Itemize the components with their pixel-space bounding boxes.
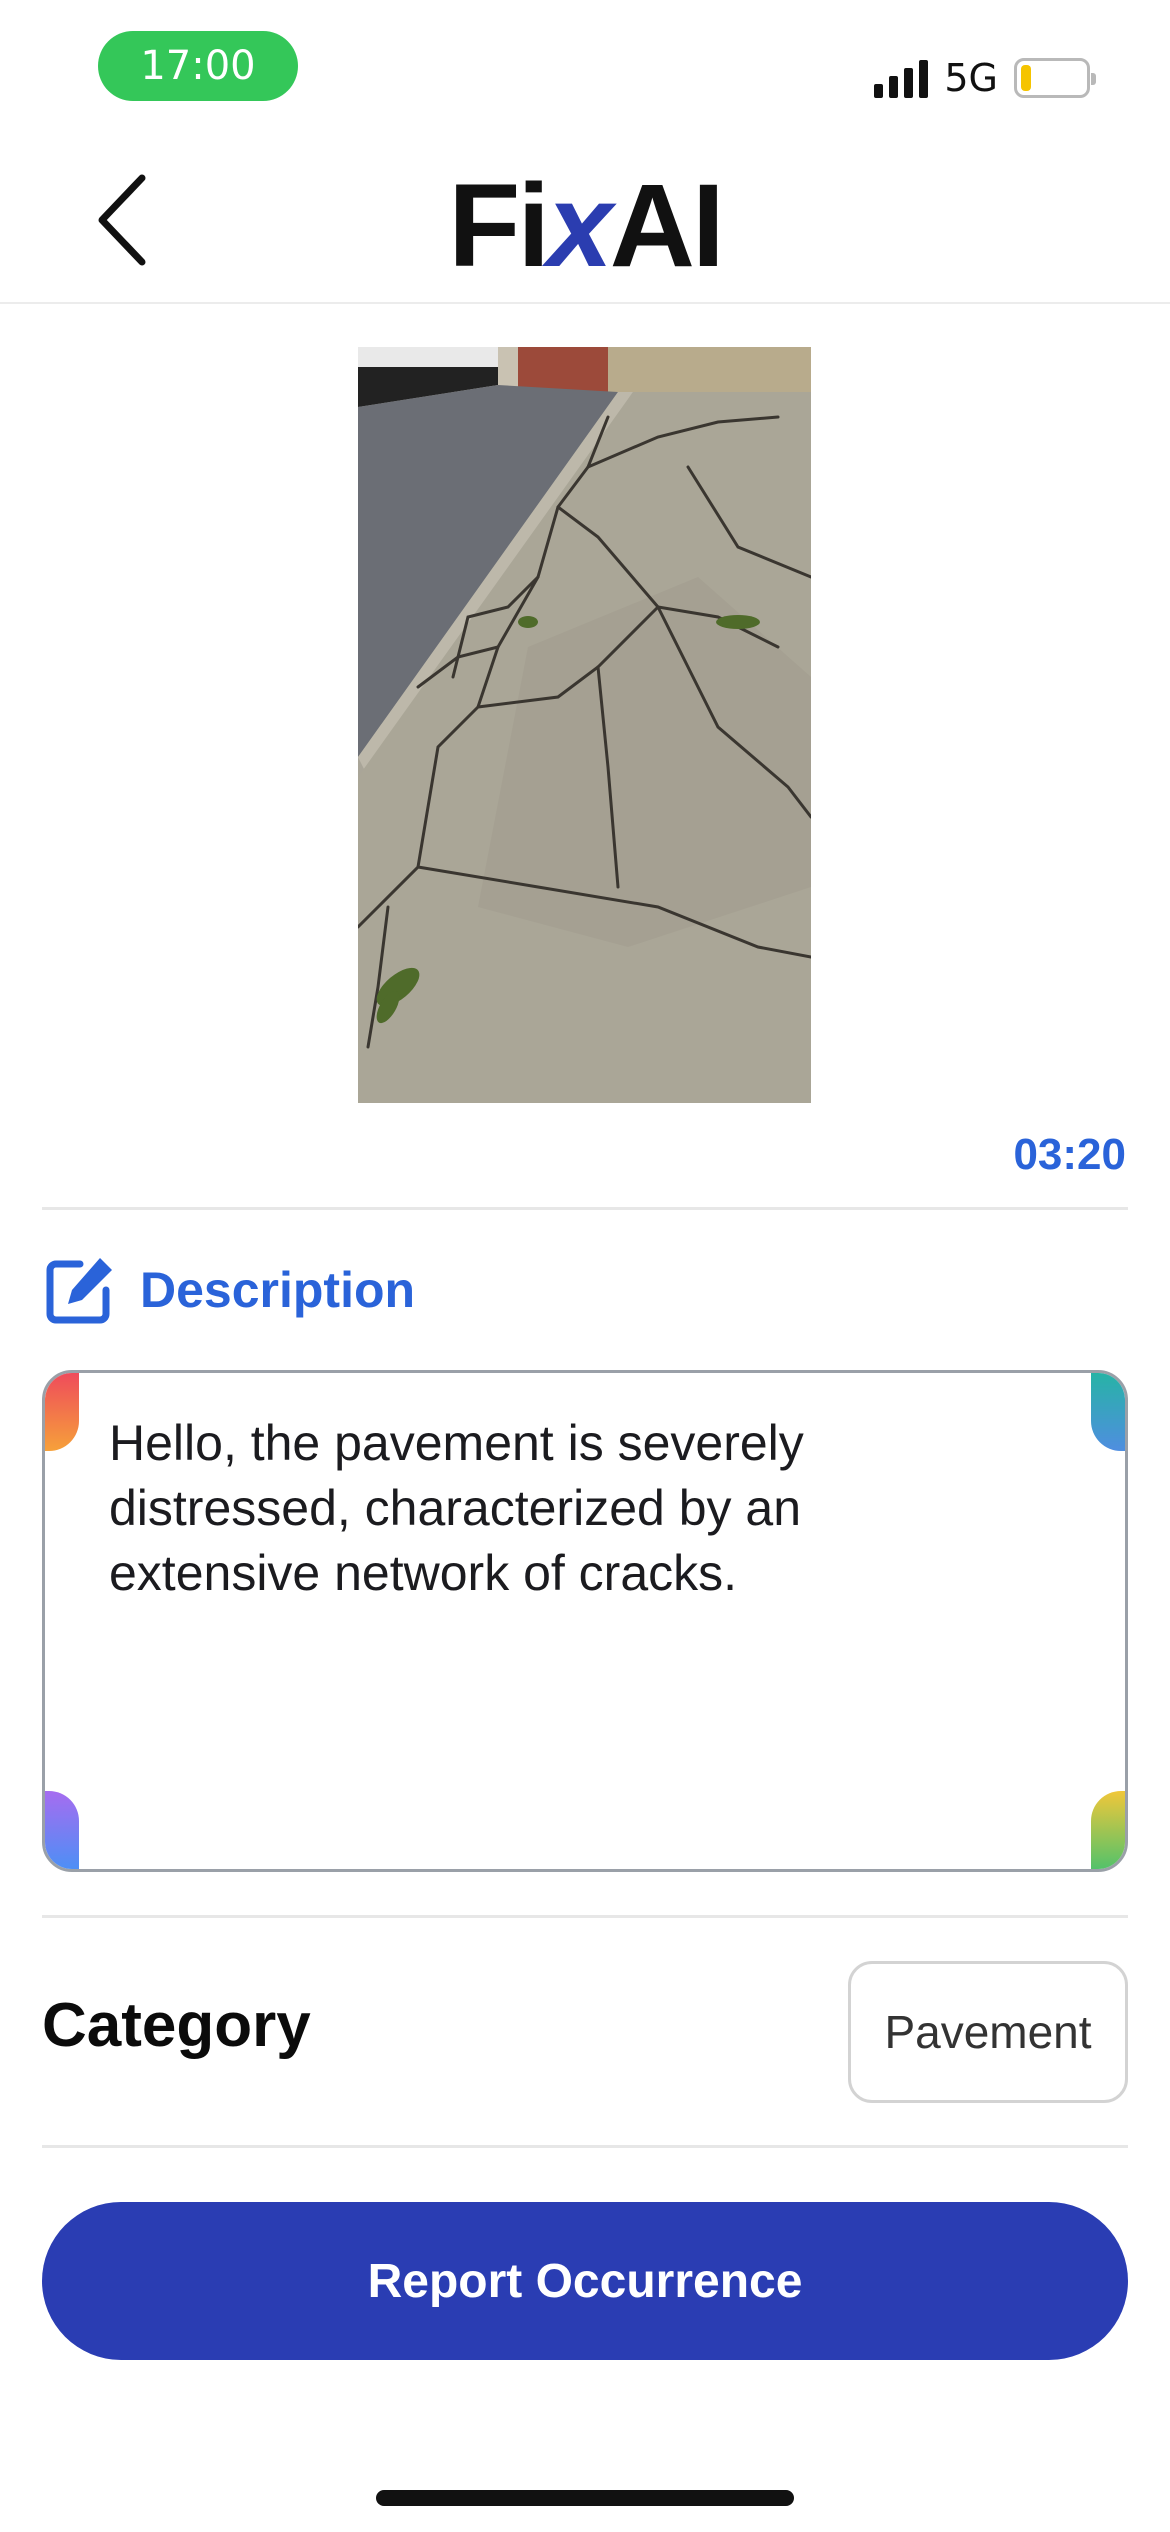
logo-text-1: Fi bbox=[448, 160, 550, 292]
divider bbox=[42, 1915, 1128, 1918]
home-indicator[interactable] bbox=[376, 2490, 794, 2506]
gradient-corner-decoration bbox=[45, 1373, 79, 1451]
description-label: Description bbox=[140, 1262, 416, 1318]
cracked-pavement-photo[interactable] bbox=[358, 347, 811, 1103]
status-indicators: 5G bbox=[874, 48, 1096, 108]
battery-icon bbox=[1014, 58, 1096, 98]
header-divider bbox=[0, 302, 1170, 304]
app-logo: FixAI bbox=[0, 158, 1170, 294]
media-duration: 03:20 bbox=[1013, 1130, 1126, 1179]
category-label: Category bbox=[42, 1991, 311, 2060]
logo-text-2: x bbox=[547, 160, 613, 292]
category-select[interactable]: Pavement bbox=[848, 1961, 1128, 2103]
description-text: Hello, the pavement is severely distress… bbox=[109, 1415, 804, 1601]
divider bbox=[42, 1207, 1128, 1210]
divider bbox=[42, 2145, 1128, 2148]
logo-text-3: AI bbox=[609, 160, 725, 292]
signal-icon bbox=[874, 58, 929, 98]
report-occurrence-button[interactable]: Report Occurrence bbox=[42, 2202, 1128, 2360]
gradient-corner-decoration bbox=[1091, 1791, 1125, 1869]
gradient-corner-decoration bbox=[45, 1791, 79, 1869]
description-textarea[interactable]: Hello, the pavement is severely distress… bbox=[42, 1370, 1128, 1872]
status-time: 17:00 bbox=[98, 31, 298, 101]
edit-icon bbox=[46, 1258, 112, 1324]
network-type: 5G bbox=[944, 56, 998, 100]
battery-level bbox=[1021, 65, 1031, 91]
gradient-corner-decoration bbox=[1091, 1373, 1125, 1451]
description-header: Description bbox=[42, 1250, 415, 1330]
